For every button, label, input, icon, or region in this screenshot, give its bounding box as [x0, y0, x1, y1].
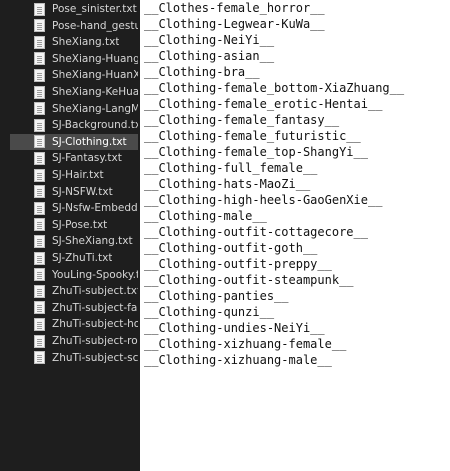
- file-list-item[interactable]: SJ-Nsfw-Embedding: [10, 200, 138, 216]
- file-list-item[interactable]: SJ-Clothing.txt: [10, 133, 138, 150]
- file-list-item[interactable]: SheXiang-KeHuang.: [10, 84, 138, 100]
- file-name-label: ZhuTi-subject-fantas: [52, 301, 138, 314]
- text-file-icon: [34, 317, 45, 331]
- text-file-icon: [34, 268, 45, 282]
- file-list-item[interactable]: ZhuTi-subject-horro: [10, 316, 138, 332]
- editor-line: __Clothing-qunzi__: [144, 305, 275, 319]
- text-file-icon: [34, 201, 45, 215]
- file-list-item[interactable]: SJ-SheXiang.txt: [10, 233, 138, 249]
- file-name-label: SheXiang.txt: [52, 36, 120, 49]
- editor-line: __Clothing-outfit-steampunk__: [144, 273, 354, 287]
- file-name-label: SJ-Hair.txt: [52, 169, 104, 181]
- file-list-item[interactable]: SJ-NSFW.txt: [10, 184, 138, 200]
- text-file-icon: [34, 68, 45, 82]
- text-file-icon: [34, 19, 45, 33]
- file-name-label: SJ-Background.txt: [52, 119, 138, 132]
- file-name-label: SJ-SheXiang.txt: [52, 235, 133, 248]
- text-file-icon: [34, 284, 45, 298]
- editor-line: __Clothes-female_horror__: [144, 1, 325, 15]
- editor-line: __Clothing-asian__: [144, 49, 275, 63]
- editor-line: __Clothing-outfit-goth__: [144, 241, 318, 255]
- editor-line: __Clothing-Legwear-KuWa__: [144, 17, 325, 31]
- text-file-icon: [34, 234, 45, 248]
- text-file-icon: [34, 2, 45, 16]
- file-list-item[interactable]: SheXiang-HuanXian: [10, 67, 138, 83]
- text-file-icon: [34, 334, 45, 348]
- file-name-label: SJ-ZhuTi.txt: [52, 252, 113, 264]
- text-file-icon: [34, 35, 45, 49]
- editor-line: __Clothing-female_futuristic__: [144, 129, 361, 143]
- editor-line: __Clothing-female_erotic-Hentai__: [144, 97, 383, 111]
- text-file-icon: [34, 301, 45, 315]
- file-name-label: SJ-Clothing.txt: [52, 135, 127, 148]
- editor-line: __Clothing-female_fantasy__: [144, 113, 340, 127]
- file-name-label: SJ-Pose.txt: [52, 218, 108, 231]
- file-name-label: ZhuTi-subject-scifi.tx: [52, 351, 138, 364]
- file-list-sidebar: Pose_sinister.txt Pose-hand_gestures SheXi…: [0, 0, 140, 471]
- text-file-icon: [34, 102, 45, 116]
- file-list-item[interactable]: SheXiang-HuangJin: [10, 51, 138, 67]
- text-file-icon: [34, 251, 45, 265]
- file-list-item[interactable]: SJ-Hair.txt: [10, 167, 138, 183]
- editor-line: __Clothing-female_top-ShangYi__: [144, 145, 368, 159]
- text-file-icon: [34, 151, 45, 165]
- file-name-label: Pose_sinister.txt: [52, 3, 137, 15]
- text-file-icon: [34, 218, 45, 232]
- file-name-label: ZhuTi-subject-horro: [52, 318, 138, 331]
- editor-line: __Clothing-outfit-preppy__: [144, 257, 332, 271]
- file-name-label: SJ-Fantasy.txt: [52, 152, 122, 165]
- editor-line: __Clothing-xizhuang-female__: [144, 337, 347, 351]
- text-file-icon: [34, 85, 45, 99]
- editor-line: __Clothing-xizhuang-male__: [144, 353, 332, 367]
- file-name-label: SheXiang-LangMan: [52, 102, 138, 115]
- text-file-icon: [34, 118, 45, 132]
- text-editor[interactable]: __Clothes-female_horror__ __Clothing-Legw…: [140, 0, 450, 471]
- text-file-icon: [34, 185, 45, 199]
- file-list-item[interactable]: SJ-Fantasy.txt: [10, 150, 138, 166]
- editor-line: __Clothing-panties__: [144, 289, 289, 303]
- text-file-icon: [34, 52, 45, 66]
- text-file-icon: [34, 351, 45, 365]
- file-name-label: SheXiang-HuanXian: [52, 69, 138, 82]
- file-list-item[interactable]: SheXiang.txt: [10, 34, 138, 50]
- file-list-item[interactable]: Pose_sinister.txt: [10, 1, 138, 17]
- file-name-label: YouLing-Spooky.txt: [52, 268, 138, 281]
- file-list-item[interactable]: YouLing-Spooky.txt: [10, 267, 138, 283]
- editor-line: __Clothing-outfit-cottagecore__: [144, 225, 368, 239]
- file-list-item[interactable]: ZhuTi-subject.txt: [10, 283, 138, 299]
- editor-line: __Clothing-undies-NeiYi__: [144, 321, 325, 335]
- editor-line: __Clothing-high-heels-GaoGenXie__: [144, 193, 383, 207]
- editor-line: __Clothing-full_female__: [144, 161, 318, 175]
- text-file-icon: [34, 168, 45, 182]
- text-file-icon: [34, 135, 45, 149]
- editor-line: __Clothing-female_bottom-XiaZhuang__: [144, 81, 405, 95]
- file-name-label: SheXiang-HuangJin: [52, 52, 138, 65]
- file-list-item[interactable]: ZhuTi-subject-scifi.tx: [10, 350, 138, 366]
- editor-line: __Clothing-hats-MaoZi__: [144, 177, 311, 191]
- file-name-label: SJ-NSFW.txt: [52, 185, 113, 198]
- file-name-label: ZhuTi-subject-romar: [52, 335, 138, 347]
- file-name-label: SJ-Nsfw-Embedding: [52, 202, 138, 215]
- file-name-label: SheXiang-KeHuang.: [52, 86, 138, 98]
- file-list-item[interactable]: SJ-ZhuTi.txt: [10, 250, 138, 266]
- file-list-item[interactable]: ZhuTi-subject-romar: [10, 333, 138, 349]
- file-name-label: ZhuTi-subject.txt: [52, 285, 138, 298]
- editor-line: __Clothing-male__: [144, 209, 267, 223]
- file-name-label: Pose-hand_gestures: [52, 19, 138, 32]
- file-list-item[interactable]: SheXiang-LangMan: [10, 101, 138, 117]
- file-list-item[interactable]: ZhuTi-subject-fantas: [10, 300, 138, 316]
- file-list-item[interactable]: Pose-hand_gestures: [10, 18, 138, 34]
- editor-line: __Clothing-bra__: [144, 65, 260, 79]
- file-list-item[interactable]: SJ-Background.txt: [10, 117, 138, 133]
- editor-line: __Clothing-NeiYi__: [144, 33, 275, 47]
- file-list-item[interactable]: SJ-Pose.txt: [10, 217, 138, 233]
